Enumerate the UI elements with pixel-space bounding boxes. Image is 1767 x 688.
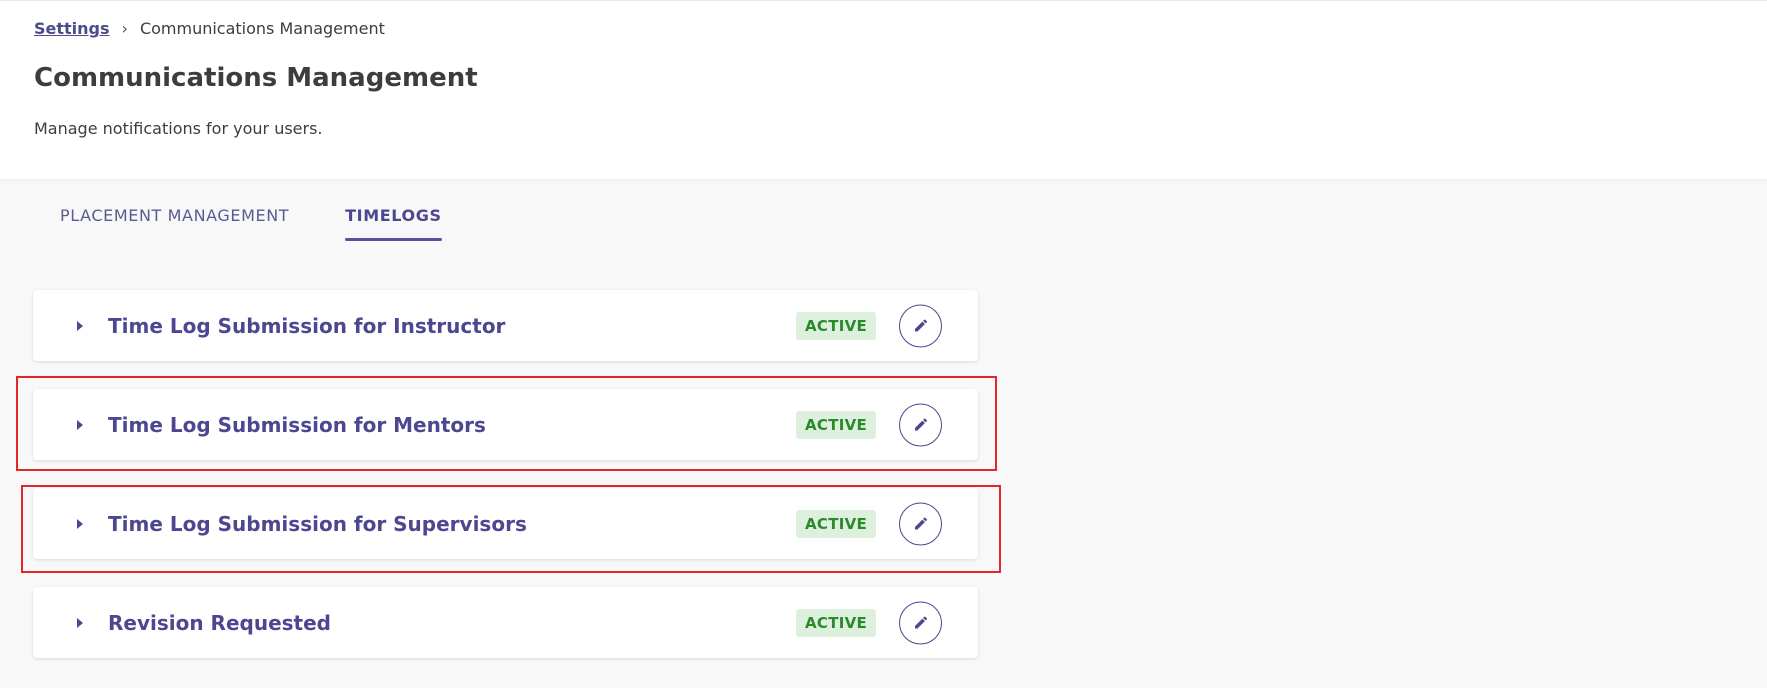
breadcrumb-current: Communications Management: [139, 19, 385, 38]
notification-row[interactable]: Time Log Submission for Instructor ACTIV…: [33, 290, 978, 361]
expand-caret-icon[interactable]: [77, 419, 83, 430]
pencil-icon: [914, 418, 927, 431]
status-badge: ACTIVE: [796, 311, 877, 340]
edit-button[interactable]: [899, 502, 942, 545]
page-title: Communications Management: [34, 63, 478, 93]
notification-row[interactable]: Revision Requested ACTIVE: [33, 587, 978, 658]
notification-row[interactable]: Time Log Submission for Mentors ACTIVE: [33, 389, 978, 460]
tab-bar: PLACEMENT MANAGEMENT TIMELOGS: [60, 200, 498, 241]
status-badge: ACTIVE: [796, 509, 877, 538]
notification-row[interactable]: Time Log Submission for Supervisors ACTI…: [33, 488, 978, 559]
expand-caret-icon[interactable]: [77, 617, 83, 628]
expand-caret-icon[interactable]: [77, 320, 83, 331]
status-badge: ACTIVE: [796, 608, 877, 637]
page-header: Settings › Communications Management Com…: [0, 0, 1767, 179]
notification-title: Time Log Submission for Instructor: [108, 313, 506, 338]
pencil-icon: [914, 616, 927, 629]
breadcrumb-settings-link[interactable]: Settings: [34, 19, 110, 38]
notification-title: Revision Requested: [108, 610, 331, 635]
tab-timelogs[interactable]: TIMELOGS: [345, 200, 442, 241]
status-badge: ACTIVE: [796, 410, 877, 439]
breadcrumb: Settings › Communications Management: [34, 19, 385, 38]
page-description: Manage notifications for your users.: [34, 119, 323, 138]
tab-placement-management[interactable]: PLACEMENT MANAGEMENT: [60, 200, 289, 241]
breadcrumb-separator-icon: ›: [121, 19, 128, 38]
edit-button[interactable]: [899, 403, 942, 446]
pencil-icon: [914, 319, 927, 332]
notification-title: Time Log Submission for Mentors: [108, 412, 486, 437]
edit-button[interactable]: [899, 601, 942, 644]
notification-list: Time Log Submission for Instructor ACTIV…: [33, 290, 978, 686]
expand-caret-icon[interactable]: [77, 518, 83, 529]
notification-title: Time Log Submission for Supervisors: [108, 511, 527, 536]
edit-button[interactable]: [899, 304, 942, 347]
pencil-icon: [914, 517, 927, 530]
